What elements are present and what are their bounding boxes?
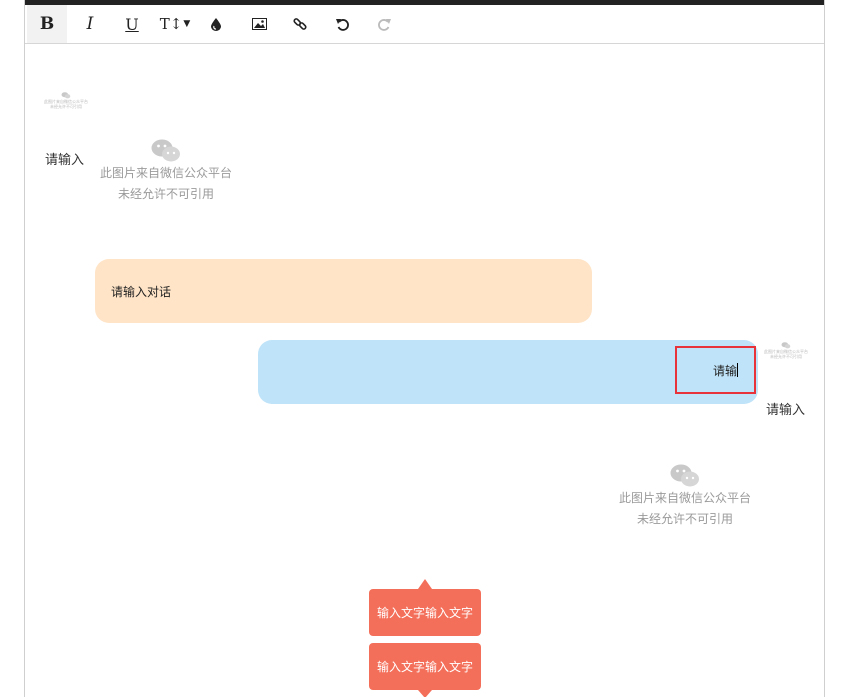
page: B I U T↕ ▼ 此图片来自微信公众平台 未经允许不可引用 请输入 此图片来…: [0, 0, 860, 697]
dialog-bubble-right-text: 请输: [712, 363, 737, 378]
placeholder-caption-line1: 此图片来自微信公众平台: [618, 491, 751, 505]
text-cursor: [737, 363, 738, 377]
text-color-button[interactable]: [196, 5, 236, 43]
avatar-right: 此图片来自微信公众平台 未经允许不可引用: [764, 342, 808, 359]
placeholder-caption-line1: 此图片来自微信公众平台: [99, 166, 232, 180]
undo-button[interactable]: [322, 5, 362, 43]
placeholder-image-left: 此图片来自微信公众平台 未经允许不可引用: [96, 139, 236, 205]
undo-icon: [335, 18, 349, 31]
dialog-bubble-right-input[interactable]: 请输: [675, 346, 756, 394]
tag-arrow-up: [418, 579, 432, 589]
ink-drop-icon: [211, 17, 221, 31]
placeholder-caption-line2: 未经允许不可引用: [636, 512, 733, 526]
link-icon: [293, 18, 307, 30]
tag-top-text: 输入文字输入文字: [376, 606, 473, 620]
placeholder-caption-line2: 未经允许不可引用: [117, 187, 214, 201]
redo-icon: [377, 18, 391, 31]
dialog-bubble-left[interactable]: 请输入对话: [95, 259, 592, 323]
chevron-down-icon: ▼: [183, 19, 191, 29]
tag-bottom-text: 输入文字输入文字: [376, 660, 473, 674]
placeholder-image-right: 此图片来自微信公众平台 未经允许不可引用: [615, 464, 755, 530]
dialog-bubble-left-text: 请输入对话: [111, 284, 172, 299]
insert-link-button[interactable]: [280, 5, 320, 43]
italic-button[interactable]: I: [70, 5, 110, 43]
tag-top[interactable]: 输入文字输入文字: [369, 589, 481, 636]
bold-button[interactable]: B: [27, 5, 67, 43]
wechat-icon: [781, 342, 791, 349]
redo-button[interactable]: [364, 5, 404, 43]
bold-icon: B: [39, 14, 55, 34]
tag-bottom[interactable]: 输入文字输入文字: [369, 643, 481, 690]
wechat-icon: [61, 92, 71, 99]
tag-arrow-down: [418, 690, 432, 697]
underline-button[interactable]: U: [112, 5, 152, 43]
wechat-icon: [151, 139, 180, 162]
image-icon: [251, 18, 267, 30]
font-size-button[interactable]: T↕ ▼: [155, 5, 195, 43]
avatar-left-name[interactable]: 请输入: [45, 149, 84, 168]
editor-toolbar: B I U T↕ ▼: [25, 5, 824, 44]
avatar-left: 此图片来自微信公众平台 未经允许不可引用: [44, 92, 88, 109]
avatar-mini-caption-2: 未经允许不可引用: [770, 354, 802, 359]
wechat-icon: [670, 464, 699, 487]
underline-icon: U: [125, 14, 139, 34]
avatar-mini-caption-2: 未经允许不可引用: [50, 104, 82, 109]
font-size-icon: T↕: [159, 15, 183, 33]
avatar-right-name[interactable]: 请输入: [766, 399, 805, 418]
insert-image-button[interactable]: [239, 5, 279, 43]
italic-icon: I: [86, 14, 94, 34]
